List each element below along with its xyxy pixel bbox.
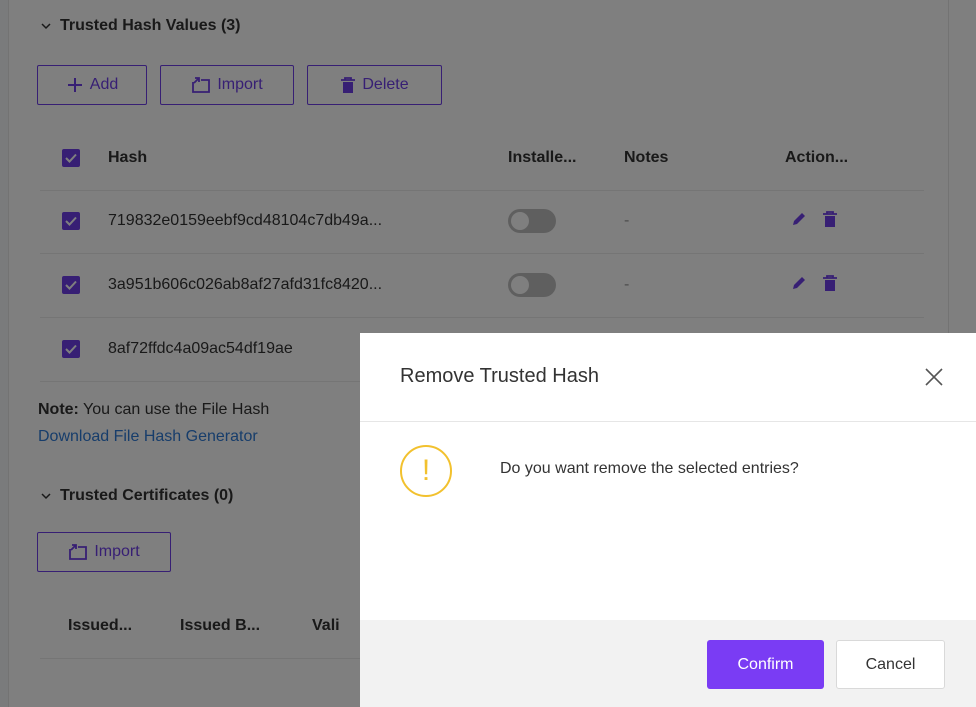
modal-message: Do you want remove the selected entries? [500, 460, 799, 477]
modal-title: Remove Trusted Hash [400, 365, 599, 387]
modal-body: ! Do you want remove the selected entrie… [360, 422, 976, 620]
confirm-button[interactable]: Confirm [707, 640, 824, 689]
modal-footer: Confirm Cancel [360, 620, 976, 707]
warning-icon: ! [400, 445, 452, 497]
close-icon[interactable] [924, 367, 944, 387]
cancel-button[interactable]: Cancel [836, 640, 945, 689]
remove-trusted-hash-dialog: Remove Trusted Hash ! Do you want remove… [360, 333, 976, 707]
modal-header: Remove Trusted Hash [360, 333, 976, 422]
